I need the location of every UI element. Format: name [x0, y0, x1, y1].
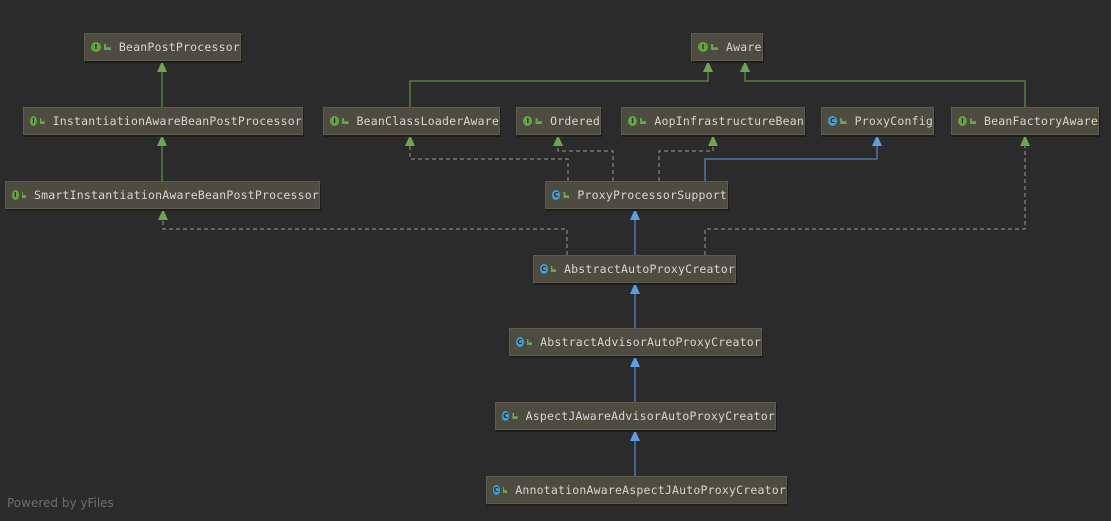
node-label: SmartInstantiationAwareBeanPostProcessor — [34, 188, 319, 202]
node-instantiation-aware-bean-post-processor[interactable]: I InstantiationAwareBeanPostProcessor — [23, 107, 303, 135]
edge-arrowhead — [553, 135, 563, 146]
abstract-type-icon: C — [516, 337, 524, 347]
node-label: ProxyConfig — [854, 114, 933, 128]
powered-by-footer: Powered by yFiles — [7, 496, 114, 510]
public-visibility-icon — [39, 118, 45, 124]
edge-arrowhead — [872, 135, 882, 146]
edge-arrowhead — [157, 135, 167, 146]
public-visibility-icon — [342, 118, 349, 124]
interface-type-icon: I — [330, 116, 340, 126]
node-bean-class-loader-aware[interactable]: I BeanClassLoaderAware — [323, 107, 500, 135]
node-label: BeanPostProcessor — [118, 40, 240, 54]
public-visibility-icon — [21, 192, 27, 198]
edge-arrowhead — [1020, 135, 1030, 146]
edge-arrowhead — [630, 430, 640, 441]
public-visibility-icon — [550, 266, 557, 272]
node-bean-factory-aware[interactable]: I BeanFactoryAware — [951, 107, 1099, 135]
edge-arrowhead — [405, 135, 415, 146]
public-visibility-icon — [535, 118, 543, 124]
node-bean-post-processor[interactable]: I BeanPostProcessor — [84, 33, 241, 61]
node-ordered[interactable]: I Ordered — [516, 107, 601, 135]
edge-implements — [557, 145, 614, 181]
node-aop-infrastructure-bean[interactable]: I AopInfrastructureBean — [621, 107, 805, 135]
class-type-icon: C — [493, 485, 500, 495]
node-label: Ordered — [550, 114, 600, 128]
public-visibility-icon — [512, 413, 518, 419]
node-label: AnnotationAwareAspectJAutoProxyCreator — [515, 483, 786, 497]
node-label: Aware — [726, 40, 762, 54]
node-label: ProxyProcessorSupport — [577, 188, 727, 202]
public-visibility-icon — [502, 487, 508, 493]
edge-arrowhead — [708, 135, 718, 146]
node-abstract-advisor-auto-proxy-creator[interactable]: C AbstractAdvisorAutoProxyCreator — [509, 328, 762, 356]
edge-extends-interface — [744, 71, 1026, 107]
edge-arrowhead — [630, 283, 640, 294]
public-visibility-icon — [640, 118, 647, 124]
node-aware[interactable]: I Aware — [691, 33, 763, 61]
node-label: AbstractAutoProxyCreator — [564, 262, 735, 276]
node-label: AopInfrastructureBean — [654, 114, 804, 128]
public-visibility-icon — [563, 192, 570, 198]
node-label: AbstractAdvisorAutoProxyCreator — [540, 335, 761, 349]
interface-type-icon: I — [698, 42, 708, 52]
node-label: InstantiationAwareBeanPostProcessor — [52, 114, 302, 128]
interface-type-icon: I — [91, 42, 101, 52]
class-type-icon: C — [552, 190, 561, 200]
class-type-icon: C — [502, 411, 510, 421]
edge-arrowhead — [630, 209, 640, 220]
interface-type-icon: I — [12, 190, 19, 200]
node-proxy-config[interactable]: C ProxyConfig — [821, 107, 934, 135]
public-visibility-icon — [969, 118, 977, 124]
node-aspect-jaware-advisor-auto-proxy-creator[interactable]: C AspectJAwareAdvisorAutoProxyCreator — [495, 402, 776, 430]
node-smart-instantiation-aware-bean-post-processor[interactable]: I SmartInstantiationAwareBeanPostProcesso… — [5, 181, 320, 209]
edge-arrowhead — [158, 209, 168, 220]
public-visibility-icon — [526, 339, 533, 345]
node-proxy-processor-support[interactable]: C ProxyProcessorSupport — [545, 181, 728, 209]
node-label: AspectJAwareAdvisorAutoProxyCreator — [525, 409, 775, 423]
node-abstract-auto-proxy-creator[interactable]: C AbstractAutoProxyCreator — [533, 255, 736, 283]
abstract-type-icon: C — [540, 264, 548, 274]
edge-arrowhead — [740, 61, 750, 72]
interface-type-icon: I — [523, 116, 533, 126]
edge-arrowhead — [157, 61, 167, 72]
public-visibility-icon — [103, 44, 111, 50]
edge-arrowhead — [630, 356, 640, 367]
node-label: BeanClassLoaderAware — [356, 114, 499, 128]
interface-type-icon: I — [30, 116, 37, 126]
edge-extends-interface — [409, 71, 709, 107]
node-label: BeanFactoryAware — [984, 114, 1098, 128]
node-annotation-aware-aspect-jauto-proxy-creator[interactable]: C AnnotationAwareAspectJAutoProxyCreator — [486, 476, 787, 504]
edge-implements — [409, 145, 569, 181]
public-visibility-icon — [711, 44, 718, 50]
public-visibility-icon — [840, 118, 847, 124]
edge-extends — [704, 145, 878, 181]
interface-type-icon: I — [958, 116, 967, 126]
interface-type-icon: I — [628, 116, 638, 126]
edge-arrowhead — [703, 61, 713, 72]
edge-implements — [704, 145, 1026, 255]
edge-implements — [162, 219, 568, 255]
class-type-icon: C — [828, 116, 838, 126]
